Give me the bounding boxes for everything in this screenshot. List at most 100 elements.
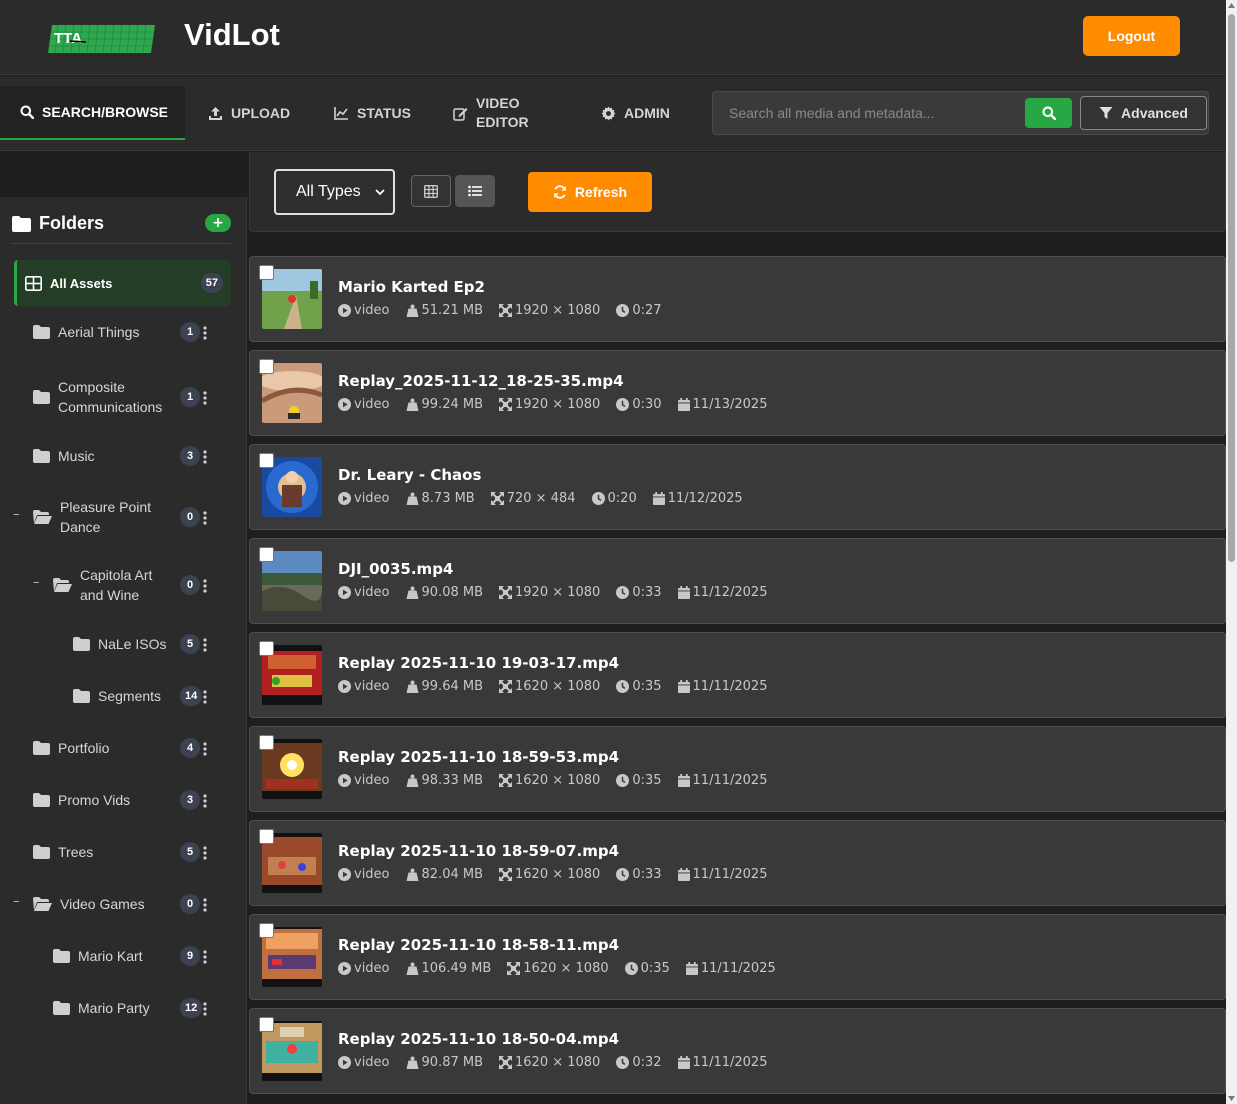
folder-menu-icon[interactable]	[203, 845, 211, 860]
scroll-up-arrow-icon[interactable]	[1227, 1, 1236, 10]
collapse-toggle[interactable]: –	[33, 575, 43, 590]
count-badge: 1	[180, 322, 200, 342]
upload-date: 11/11/2025	[685, 961, 776, 976]
sidebar-folder-item[interactable]: – Video Games 0	[0, 894, 247, 914]
select-checkbox[interactable]	[259, 359, 274, 374]
folder-menu-icon[interactable]	[203, 949, 211, 964]
duration: 0:33	[616, 867, 662, 882]
duration: 0:30	[616, 397, 662, 412]
asset-title[interactable]: Replay 2025-11-10 18-59-53.mp4	[338, 748, 619, 766]
tab-admin[interactable]: ADMIN	[581, 86, 691, 140]
asset-title[interactable]: Mario Karted Ep2	[338, 278, 485, 296]
refresh-button[interactable]: Refresh	[528, 172, 652, 212]
folder-menu-icon[interactable]	[203, 449, 211, 464]
asset-card[interactable]: Mario Karted Ep2 video 51.21 MB 1920 × 1080…	[249, 256, 1226, 342]
select-checkbox[interactable]	[259, 547, 274, 562]
media-type: video	[338, 585, 390, 600]
collapse-toggle[interactable]: –	[13, 894, 23, 909]
asset-title[interactable]: DJI_0035.mp4	[338, 560, 453, 578]
sidebar-folder-item[interactable]: Portfolio 4	[0, 738, 247, 758]
folder-name: Mario Party	[78, 1000, 150, 1016]
select-checkbox[interactable]	[259, 829, 274, 844]
duration: 0:33	[616, 585, 662, 600]
folder-menu-icon[interactable]	[203, 510, 211, 525]
sidebar-folder-item[interactable]: NaLe ISOs 5	[0, 634, 247, 654]
weight-icon	[406, 680, 419, 693]
clock-icon	[624, 962, 638, 975]
type-filter-select[interactable]: All Types	[274, 169, 395, 215]
main-nav: SEARCH/BROWSE UPLOAD STATUS VIDEO EDITOR…	[0, 76, 1226, 151]
asset-card[interactable]: Replay_2025-11-12_18-25-35.mp4 video 99.24…	[249, 350, 1226, 436]
select-checkbox[interactable]	[259, 641, 274, 656]
grid-icon	[25, 275, 42, 291]
sidebar-folder-item[interactable]: Mario Party 12	[0, 998, 247, 1018]
count-badge: 57	[200, 273, 223, 293]
asset-title[interactable]: Dr. Leary - Chaos	[338, 466, 481, 484]
scroll-down-arrow-icon[interactable]	[1227, 1094, 1236, 1103]
logout-button[interactable]: Logout	[1083, 16, 1180, 56]
search-input[interactable]	[713, 92, 1023, 134]
sidebar-folder-item[interactable]: – Capitola Art and Wine 0	[0, 565, 247, 605]
asset-card[interactable]: Replay 2025-11-10 18-59-07.mp4 video 82.04…	[249, 820, 1226, 906]
grid-view-button[interactable]	[411, 175, 451, 207]
scrollbar-thumb[interactable]	[1228, 14, 1235, 562]
folder-menu-icon[interactable]	[203, 1001, 211, 1016]
sidebar-folder-item[interactable]: Mario Kart 9	[0, 946, 247, 966]
asset-card[interactable]: DJI_0035.mp4 video 90.08 MB 1920 × 1080 0:33…	[249, 538, 1226, 624]
tab-status[interactable]: STATUS	[314, 86, 424, 140]
folder-menu-icon[interactable]	[203, 325, 211, 340]
tta-logo: TTA	[48, 24, 155, 54]
sidebar-folder-item[interactable]: Aerial Things 1	[0, 322, 247, 342]
asset-title[interactable]: Replay 2025-11-10 19-03-17.mp4	[338, 654, 619, 672]
page-scrollbar[interactable]	[1226, 0, 1237, 1104]
select-checkbox[interactable]	[259, 453, 274, 468]
sidebar-folder-item[interactable]: Trees 5	[0, 842, 247, 862]
asset-card[interactable]: Dr. Leary - Chaos video 8.73 MB 720 × 484 0:…	[249, 444, 1226, 530]
asset-title[interactable]: Replay 2025-11-10 18-58-11.mp4	[338, 936, 619, 954]
asset-title[interactable]: Replay_2025-11-12_18-25-35.mp4	[338, 372, 624, 390]
asset-title[interactable]: Replay 2025-11-10 18-50-04.mp4	[338, 1030, 619, 1048]
advanced-button[interactable]: Advanced	[1080, 96, 1207, 130]
folder-name: Pleasure Point Dance	[60, 499, 152, 535]
sidebar-folder-item[interactable]: Composite Communications 1	[0, 377, 247, 417]
folder-menu-icon[interactable]	[203, 689, 211, 704]
count-badge: 4	[180, 738, 200, 758]
list-view-button[interactable]	[455, 175, 495, 207]
media-type: video	[338, 397, 390, 412]
gear-icon	[601, 105, 616, 121]
folder-name: Composite Communications	[58, 379, 163, 415]
expand-icon	[499, 774, 512, 787]
search-button[interactable]	[1025, 98, 1072, 128]
sidebar-folder-item[interactable]: – Pleasure Point Dance 0	[0, 497, 247, 537]
asset-card[interactable]: Replay 2025-11-10 18-58-11.mp4 video 106.4…	[249, 914, 1226, 1000]
select-checkbox[interactable]	[259, 265, 274, 280]
select-checkbox[interactable]	[259, 735, 274, 750]
tab-search-browse[interactable]: SEARCH/BROWSE	[0, 86, 185, 140]
clock-icon	[591, 492, 605, 505]
sidebar-item-all-assets[interactable]: All Assets 57	[14, 260, 231, 306]
add-folder-button[interactable]: +	[205, 214, 231, 232]
folder-sidebar: Folders + All Assets 57 Aerial Things 1 Co…	[0, 152, 247, 1104]
sidebar-folder-item[interactable]: Music 3	[0, 446, 247, 466]
asset-title[interactable]: Replay 2025-11-10 18-59-07.mp4	[338, 842, 619, 860]
sidebar-folder-item[interactable]: Promo Vids 3	[0, 790, 247, 810]
tab-upload[interactable]: UPLOAD	[188, 86, 308, 140]
tab-video-editor[interactable]: VIDEO EDITOR	[433, 86, 573, 140]
folder-icon	[73, 688, 90, 707]
logo-text: TTA	[54, 30, 82, 47]
select-checkbox[interactable]	[259, 1017, 274, 1032]
folder-menu-icon[interactable]	[203, 637, 211, 652]
folder-menu-icon[interactable]	[203, 390, 211, 405]
asset-card[interactable]: Replay 2025-11-10 19-03-17.mp4 video 99.64…	[249, 632, 1226, 718]
asset-card[interactable]: Replay 2025-11-10 18-59-53.mp4 video 98.33…	[249, 726, 1226, 812]
folder-menu-icon[interactable]	[203, 897, 211, 912]
dimensions: 1620 × 1080	[499, 773, 600, 788]
asset-card[interactable]: Replay 2025-11-10 18-50-04.mp4 video 90.87…	[249, 1008, 1226, 1094]
clock-icon	[616, 398, 630, 411]
folder-menu-icon[interactable]	[203, 793, 211, 808]
collapse-toggle[interactable]: –	[13, 507, 23, 522]
folder-menu-icon[interactable]	[203, 578, 211, 593]
sidebar-folder-item[interactable]: Segments 14	[0, 686, 247, 706]
select-checkbox[interactable]	[259, 923, 274, 938]
folder-menu-icon[interactable]	[203, 741, 211, 756]
